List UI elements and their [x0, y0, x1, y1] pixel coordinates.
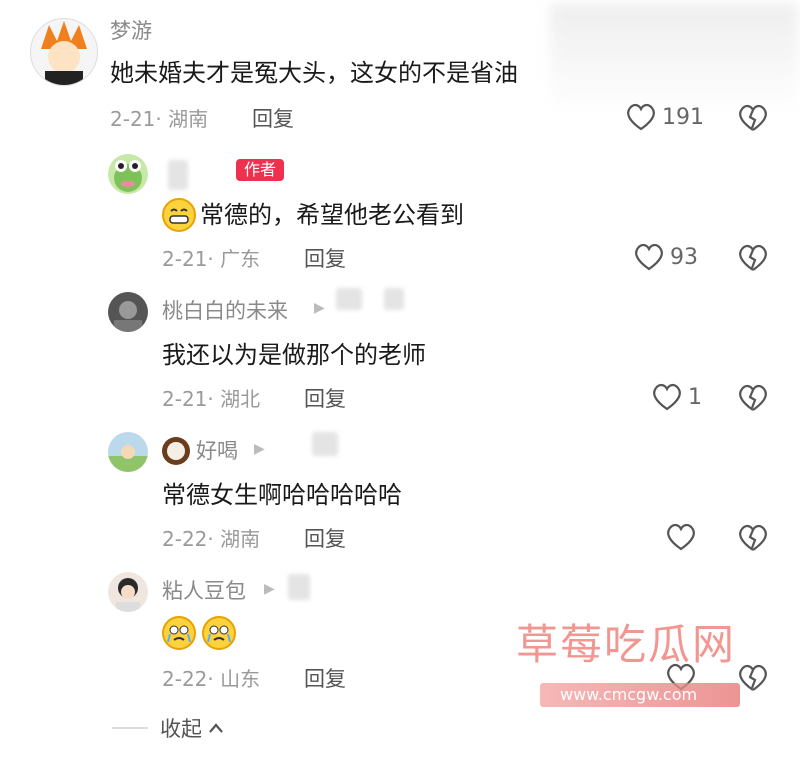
comment-author[interactable]: 梦游	[110, 18, 152, 44]
comment-meta: 2-21· 广东	[162, 247, 261, 271]
reply-button[interactable]: 回复	[304, 246, 346, 272]
crying-emoji-icon	[202, 616, 236, 650]
play-icon: ▶	[264, 581, 275, 597]
broken-heart-icon[interactable]	[738, 524, 768, 552]
broken-heart-icon[interactable]	[738, 664, 768, 692]
portrait-icon	[116, 578, 140, 612]
blurred-tag	[312, 432, 338, 456]
author-badge: 作者	[236, 159, 285, 181]
like-count: 93	[670, 244, 698, 270]
comment-meta: 2-21· 湖南	[110, 107, 209, 131]
comment-text: 常德女生啊哈哈哈哈哈	[162, 481, 402, 509]
anime-avatar-icon	[41, 21, 87, 85]
divider-line	[112, 727, 148, 729]
coconut-icon	[162, 437, 190, 465]
reply-button[interactable]: 回复	[252, 106, 294, 132]
comment-meta: 2-21· 湖北	[162, 387, 261, 411]
play-icon: ▶	[314, 300, 325, 316]
dark-photo-icon	[114, 301, 142, 332]
comment-meta: 2-22· 山东	[162, 667, 261, 691]
reply-button[interactable]: 回复	[304, 386, 346, 412]
comment-text: 她未婚夫才是冤大头，这女的不是省油	[110, 59, 518, 87]
crying-emoji-icon	[162, 616, 196, 650]
like-button[interactable]: 1	[652, 383, 702, 411]
comment-text: 常德的，希望他老公看到	[200, 201, 464, 229]
blurred-tag	[336, 288, 362, 310]
like-button[interactable]: 191	[626, 103, 704, 131]
heart-icon	[635, 243, 663, 271]
heart-icon	[627, 103, 655, 131]
like-button[interactable]: 93	[634, 243, 698, 271]
like-count: 1	[688, 384, 702, 410]
scenery-icon	[108, 445, 148, 472]
blur-overlay	[550, 4, 798, 114]
blurred-tag	[384, 288, 404, 310]
avatar[interactable]	[30, 18, 98, 86]
blurred-username	[168, 160, 188, 190]
comment-author[interactable]: 粘人豆包	[162, 578, 246, 604]
blurred-tag	[288, 574, 310, 600]
heart-icon	[667, 523, 695, 551]
like-count: 191	[662, 104, 704, 130]
watermark-url: www.cmcgw.com	[560, 685, 698, 704]
reply-button[interactable]: 回复	[304, 666, 346, 692]
avatar[interactable]	[108, 154, 148, 194]
like-button[interactable]	[666, 523, 696, 551]
broken-heart-icon[interactable]	[738, 384, 768, 412]
collapse-label: 收起	[160, 717, 202, 741]
avatar[interactable]	[108, 432, 148, 472]
reply-button[interactable]: 回复	[304, 526, 346, 552]
broken-heart-icon[interactable]	[738, 104, 768, 132]
comment-author[interactable]: 桃白白的未来	[162, 298, 288, 324]
comment-meta: 2-22· 湖南	[162, 527, 261, 551]
avatar[interactable]	[108, 292, 148, 332]
comment-text: 我还以为是做那个的老师	[162, 341, 426, 369]
heart-icon	[653, 383, 681, 411]
chevron-up-icon	[209, 723, 223, 733]
broken-heart-icon[interactable]	[738, 244, 768, 272]
collapse-button[interactable]: 收起	[160, 713, 224, 743]
comment-author[interactable]: 好喝	[196, 438, 238, 464]
play-icon: ▶	[254, 441, 265, 457]
frog-icon	[114, 160, 142, 192]
grin-emoji-icon	[162, 198, 196, 232]
avatar[interactable]	[108, 572, 148, 612]
watermark-title: 草莓吃瓜网	[516, 620, 737, 669]
